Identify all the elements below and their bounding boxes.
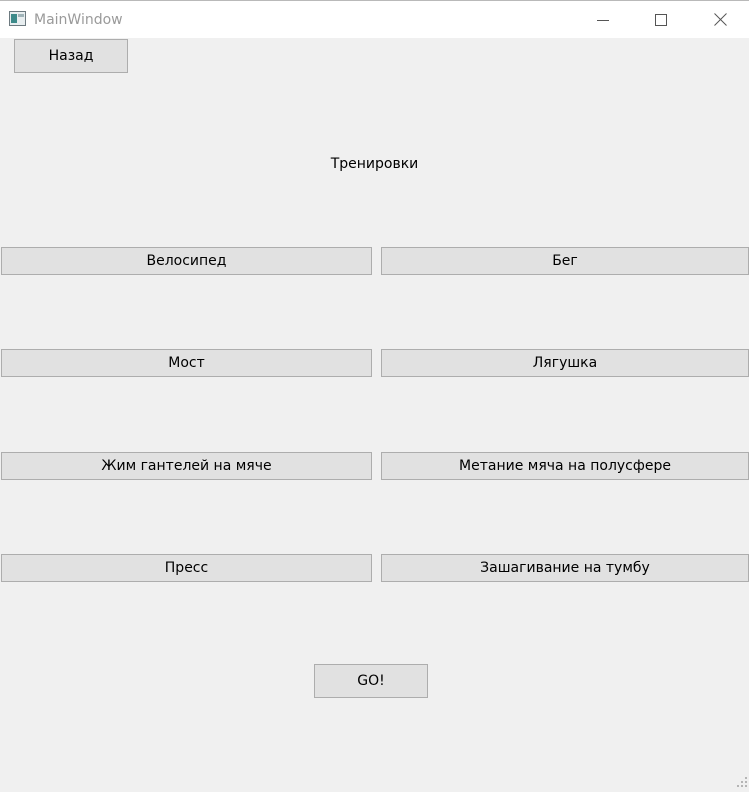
minimize-button[interactable] [574,1,632,38]
back-button[interactable]: Назад [14,39,128,73]
exercise-button-step-up[interactable]: Зашагивание на тумбу [381,554,749,582]
minimize-icon [597,14,609,26]
exercise-button-frog[interactable]: Лягушка [381,349,749,377]
maximize-button[interactable] [632,1,690,38]
exercise-button-running[interactable]: Бег [381,247,749,275]
title-bar[interactable]: MainWindow [0,0,749,38]
resize-grip-icon[interactable] [736,773,748,787]
close-icon [713,13,727,26]
exercise-button-ball-throw-on-hemisphere[interactable]: Метание мяча на полусфере [381,452,749,480]
go-button[interactable]: GO! [314,664,428,698]
maximize-icon [655,13,667,26]
page-title: Тренировки [330,156,419,172]
window-title: MainWindow [34,12,123,28]
exercise-button-abs[interactable]: Пресс [1,554,372,582]
exercise-button-dumbbell-press-on-ball[interactable]: Жим гантелей на мяче [1,452,372,480]
app-window-icon [9,11,26,26]
exercise-button-bridge[interactable]: Мост [1,349,372,377]
exercise-button-bicycle[interactable]: Велосипед [1,247,372,275]
close-button[interactable] [691,1,749,38]
